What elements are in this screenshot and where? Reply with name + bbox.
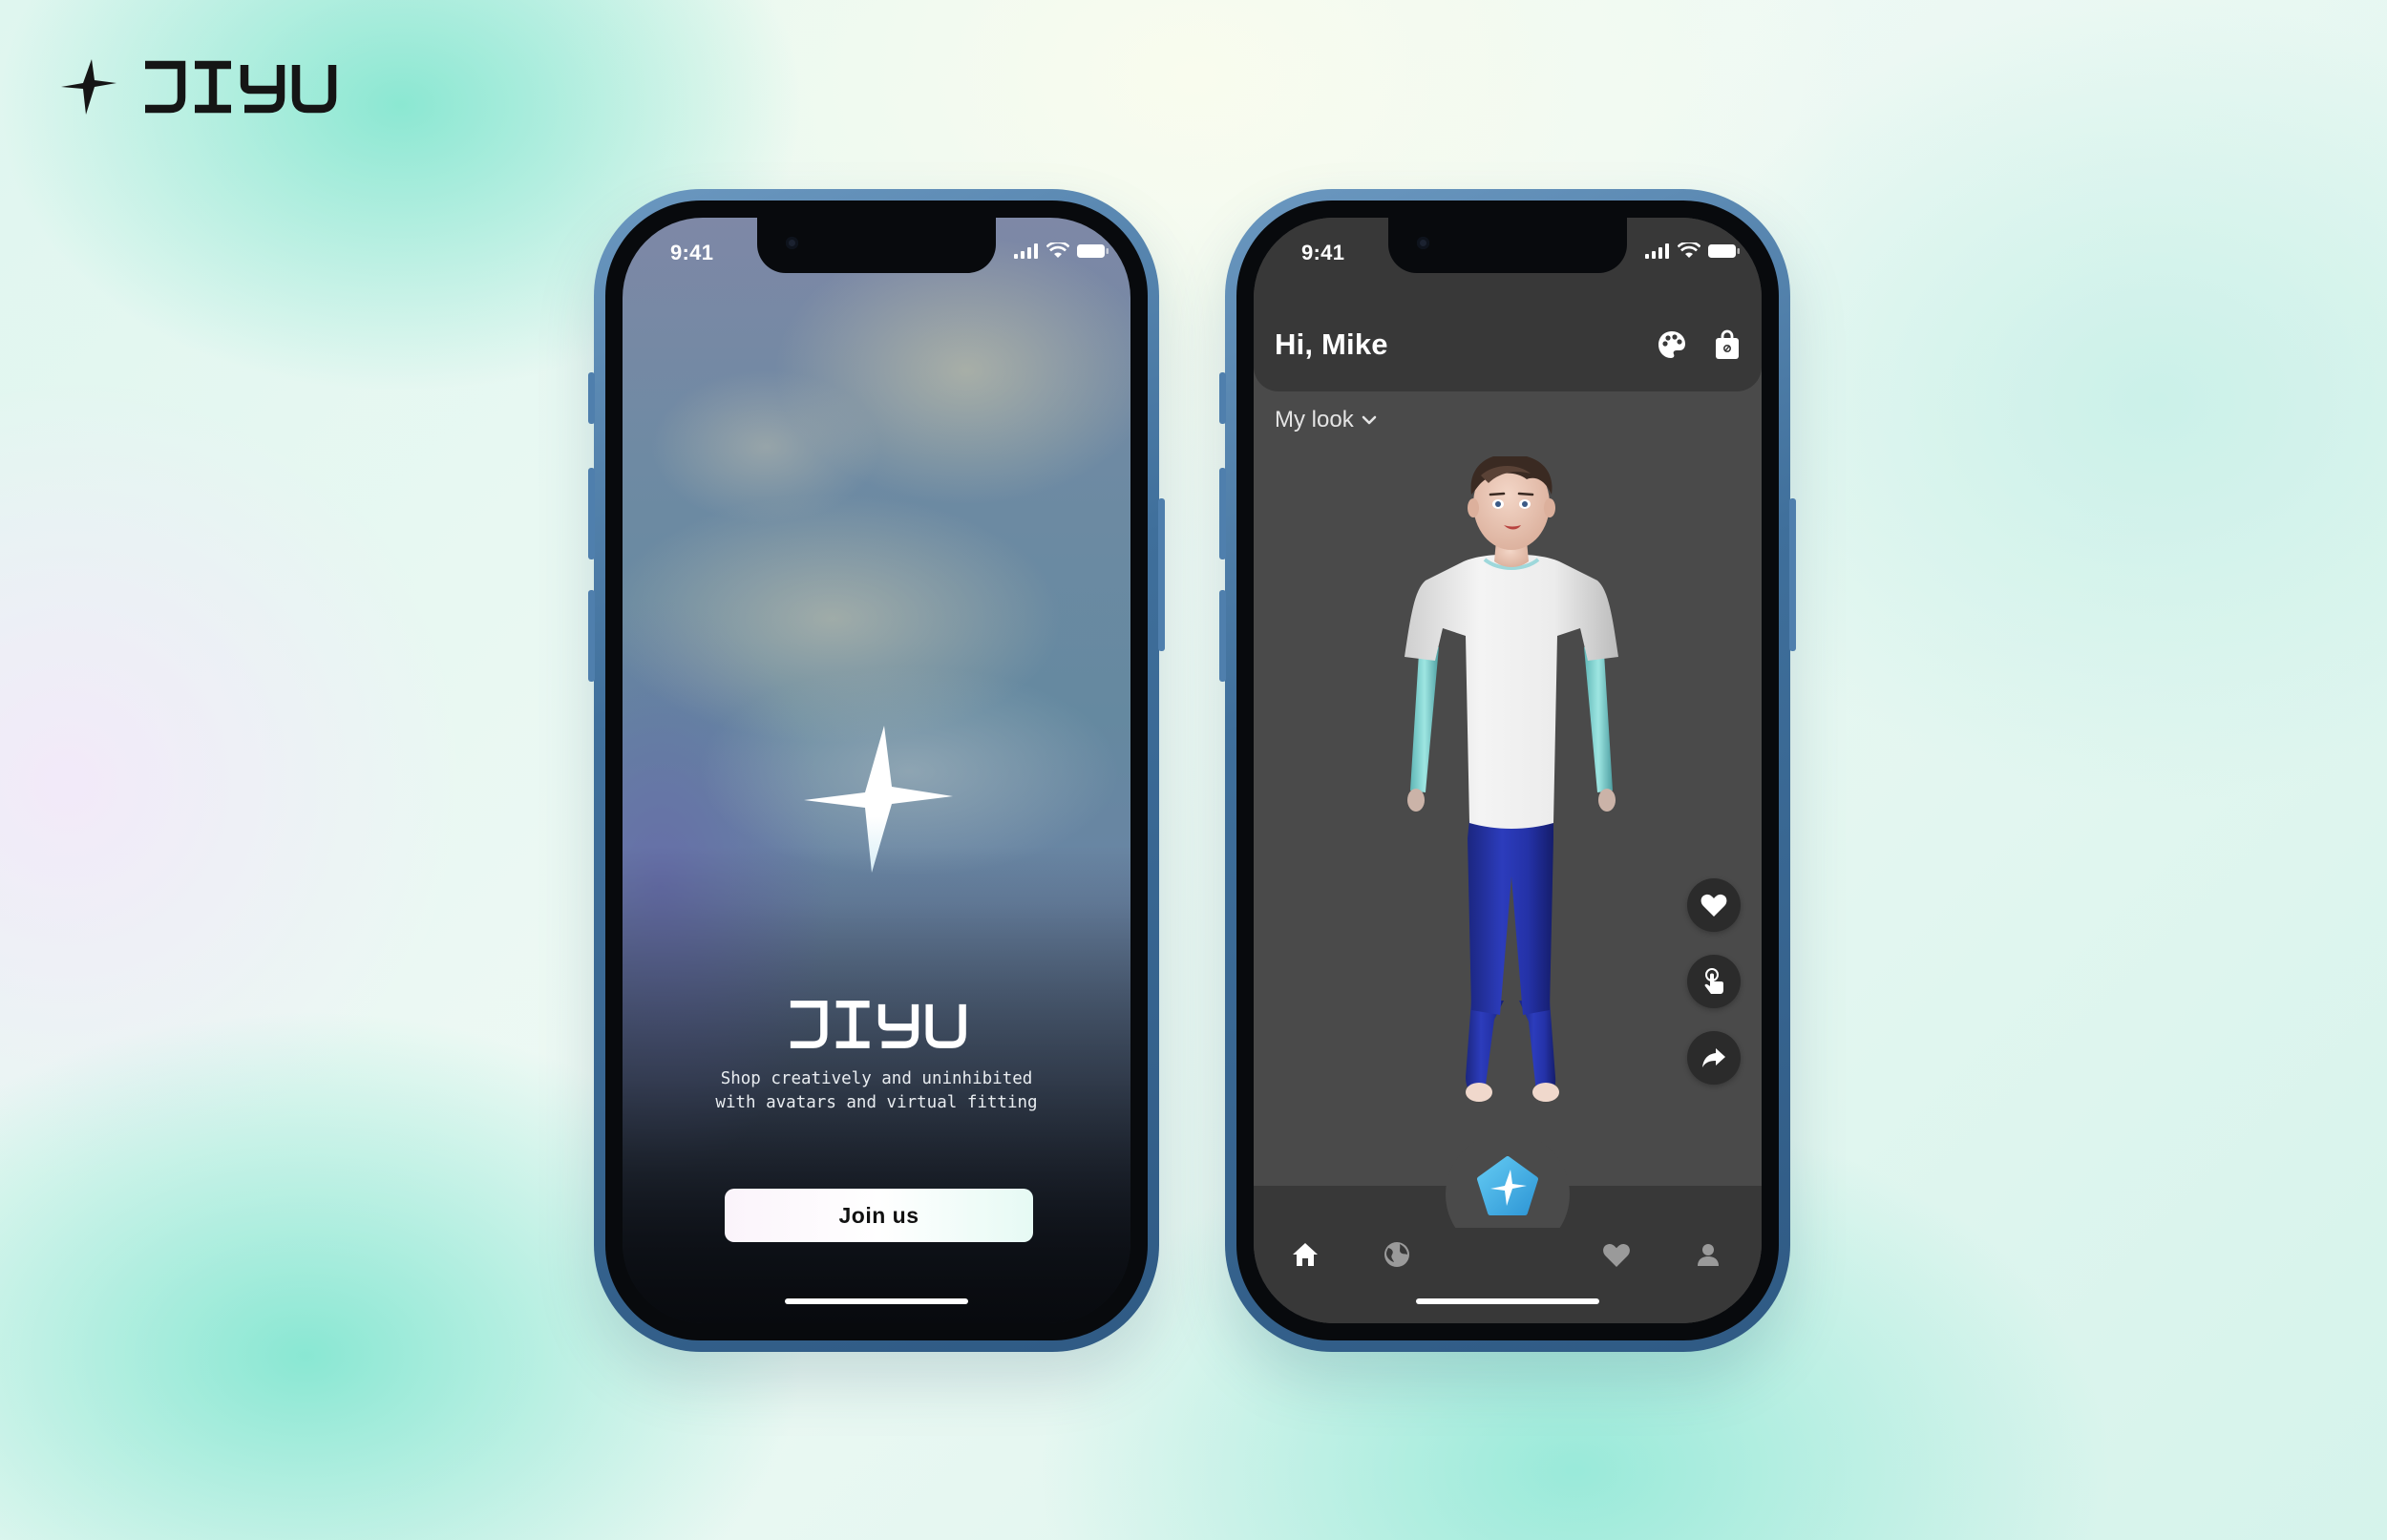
chevron-down-icon xyxy=(1362,415,1376,425)
nav-favorites[interactable] xyxy=(1597,1235,1636,1274)
try-on-button[interactable] xyxy=(1687,955,1741,1008)
brand-logo: JIYU xyxy=(59,53,346,120)
home-screen: 9:41 Hi, Mike My look xyxy=(1254,218,1762,1323)
nav-explore[interactable] xyxy=(1378,1235,1416,1274)
nav-home[interactable] xyxy=(1286,1235,1324,1274)
tagline-line-2: with avatars and virtual fitting xyxy=(715,1093,1038,1112)
wifi-icon xyxy=(1046,243,1069,258)
home-indicator[interactable] xyxy=(785,1298,968,1304)
touch-icon xyxy=(1704,968,1723,994)
battery-icon xyxy=(1708,243,1740,258)
tagline: Shop creatively and uninhibited with ava… xyxy=(623,1067,1130,1115)
heart-icon xyxy=(1603,1243,1630,1267)
home-indicator[interactable] xyxy=(1416,1298,1599,1304)
nav-profile[interactable] xyxy=(1689,1235,1727,1274)
status-bar: 9:41 xyxy=(623,218,1130,275)
look-selector[interactable]: My look xyxy=(1275,407,1377,433)
share-icon xyxy=(1702,1048,1725,1067)
join-us-button[interactable]: Join us xyxy=(725,1189,1033,1242)
greeting-title: Hi, Mike xyxy=(1275,327,1388,361)
status-time: 9:41 xyxy=(670,241,714,264)
heart-icon xyxy=(1700,894,1727,917)
battery-icon xyxy=(1077,243,1109,258)
avatar-figure[interactable] xyxy=(1393,456,1630,1106)
palette-icon[interactable] xyxy=(1657,329,1687,360)
profile-icon xyxy=(1698,1244,1719,1266)
status-time: 9:41 xyxy=(1301,241,1345,264)
signal-icon xyxy=(1645,243,1669,259)
welcome-screen: 9:41 J xyxy=(623,218,1130,1323)
signal-icon xyxy=(1014,243,1038,259)
shopping-bag-icon[interactable] xyxy=(1714,329,1741,360)
look-selector-label: My look xyxy=(1275,407,1354,432)
phone-home: 9:41 Hi, Mike My look xyxy=(1219,189,1796,1352)
share-button[interactable] xyxy=(1687,1031,1741,1085)
home-icon xyxy=(1293,1243,1318,1266)
app-wordmark xyxy=(790,1001,966,1048)
tagline-line-1: Shop creatively and uninhibited xyxy=(720,1069,1033,1088)
phone-welcome: 9:41 J xyxy=(588,189,1165,1352)
sparkle-icon xyxy=(804,726,953,873)
wifi-icon xyxy=(1678,243,1700,258)
status-bar: 9:41 xyxy=(1254,218,1762,275)
sparkle-icon xyxy=(61,59,116,115)
brand-wordmark xyxy=(145,60,337,114)
nav-avatar-center-button[interactable] xyxy=(1477,1156,1538,1222)
favorite-button[interactable] xyxy=(1687,878,1741,932)
globe-icon xyxy=(1384,1242,1409,1267)
